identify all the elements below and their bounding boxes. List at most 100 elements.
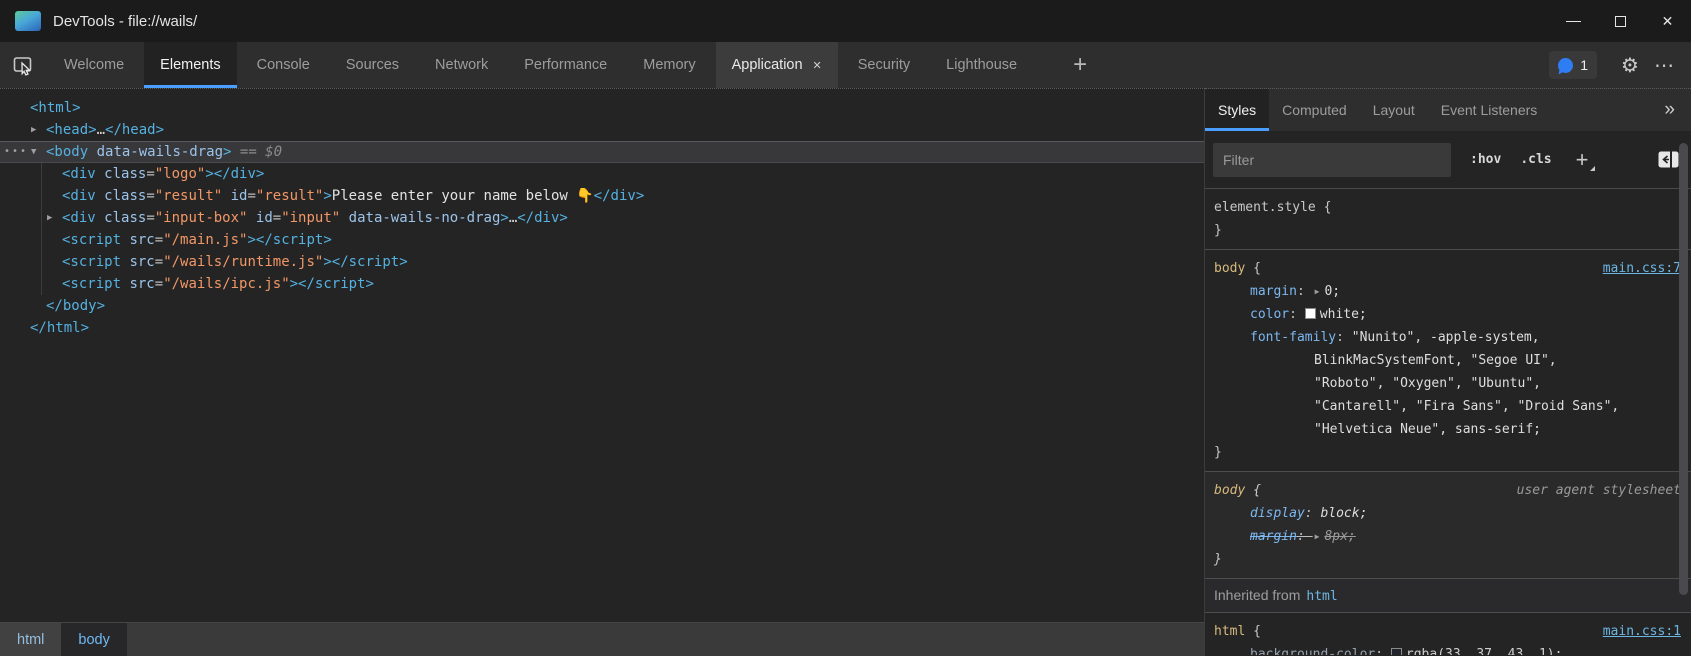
tab-sources[interactable]: Sources bbox=[330, 42, 415, 88]
new-style-rule-button[interactable]: + bbox=[1576, 147, 1595, 173]
titlebar[interactable]: DevTools - file://wails/ ✕ bbox=[0, 0, 1691, 42]
property-value-wrap: "Cantarell", "Fira Sans", "Droid Sans", bbox=[1250, 395, 1681, 418]
scrollbar-thumb[interactable] bbox=[1679, 143, 1688, 595]
property-name: margin bbox=[1250, 284, 1297, 299]
styles-scrollbar[interactable] bbox=[1677, 133, 1691, 656]
code-token: "logo" bbox=[155, 166, 206, 182]
close-button[interactable]: ✕ bbox=[1644, 0, 1691, 42]
expander-collapsed-icon[interactable]: ▶ bbox=[47, 207, 52, 229]
code-token: class bbox=[104, 166, 146, 182]
selector-text: body bbox=[1214, 261, 1245, 276]
css-property[interactable]: margin: ▶0; bbox=[1214, 280, 1681, 303]
property-name: font-family bbox=[1250, 330, 1336, 345]
dom-tree-row[interactable]: <html> bbox=[0, 97, 1204, 119]
inherited-from-node-link[interactable]: html bbox=[1306, 589, 1337, 604]
tab-welcome[interactable]: Welcome bbox=[48, 42, 140, 88]
tab-layout[interactable]: Layout bbox=[1360, 89, 1428, 131]
property-value: white; bbox=[1320, 307, 1367, 322]
tab-computed[interactable]: Computed bbox=[1269, 89, 1360, 131]
css-selector[interactable]: html { bbox=[1214, 620, 1261, 643]
css-property[interactable]: background-color: rgba(33, 37, 43, 1); bbox=[1214, 643, 1681, 655]
breadcrumb-item-html[interactable]: html bbox=[0, 623, 61, 656]
tab-security[interactable]: Security bbox=[842, 42, 926, 88]
css-property[interactable]: font-family: "Nunito", -apple-system,Bli… bbox=[1214, 326, 1681, 441]
add-tab-button[interactable]: + bbox=[1059, 42, 1101, 88]
dropdown-corner-icon bbox=[1590, 166, 1595, 171]
css-selector[interactable]: body { bbox=[1214, 479, 1261, 502]
stylesheet-link[interactable]: main.css:1 bbox=[1603, 620, 1681, 643]
css-selector[interactable]: body { bbox=[1214, 257, 1261, 280]
property-value: 0; bbox=[1324, 284, 1340, 299]
stylesheet-link[interactable]: main.css:7 bbox=[1603, 257, 1681, 280]
dom-tree-row[interactable]: •••▼<body data-wails-drag> == $0 bbox=[0, 141, 1204, 163]
more-options-button[interactable]: ⋯ bbox=[1647, 48, 1681, 82]
breadcrumb-item-body[interactable]: body bbox=[61, 623, 126, 656]
toggle-class-button[interactable]: .cls bbox=[1520, 152, 1551, 167]
color-swatch[interactable] bbox=[1391, 648, 1402, 655]
css-selector[interactable]: element.style { bbox=[1214, 196, 1331, 219]
tab-styles[interactable]: Styles bbox=[1205, 89, 1269, 131]
color-swatch[interactable] bbox=[1305, 308, 1316, 319]
gear-icon: ⚙ bbox=[1621, 53, 1639, 77]
dom-tree-row[interactable]: <script src="/wails/runtime.js"></script… bbox=[0, 251, 1204, 273]
main-tabs: WelcomeElementsConsoleSourcesNetworkPerf… bbox=[46, 42, 1035, 88]
styles-toolbar: :hov .cls + bbox=[1205, 131, 1691, 189]
tab-label: Memory bbox=[643, 57, 695, 73]
node-menu-dots-icon[interactable]: ••• bbox=[4, 141, 28, 163]
css-property[interactable]: color: white; bbox=[1214, 303, 1681, 326]
dom-tree-row[interactable]: <div class="logo"></div> bbox=[0, 163, 1204, 185]
css-property[interactable]: margin: ▶8px; bbox=[1214, 525, 1681, 548]
dom-tree-row[interactable]: <div class="result" id="result">Please e… bbox=[0, 185, 1204, 207]
code-token: "/main.js" bbox=[163, 232, 247, 248]
property-value: rgba(33, 37, 43, 1); bbox=[1406, 647, 1563, 655]
toggle-element-state-button[interactable]: :hov bbox=[1470, 152, 1501, 167]
tab-memory[interactable]: Memory bbox=[627, 42, 711, 88]
settings-button[interactable]: ⚙ bbox=[1613, 48, 1647, 82]
devtools-window: DevTools - file://wails/ ✕ WelcomeElemen… bbox=[0, 0, 1691, 656]
property-value-wrap: "Roboto", "Oxygen", "Ubuntu", bbox=[1250, 372, 1681, 395]
dom-tree-row[interactable]: ▶<div class="input-box" id="input" data-… bbox=[0, 207, 1204, 229]
tab-event-listeners[interactable]: Event Listeners bbox=[1428, 89, 1551, 131]
property-colon: : bbox=[1336, 330, 1352, 345]
open-brace: { bbox=[1245, 483, 1261, 498]
toggle-sidebar-button[interactable] bbox=[1658, 151, 1679, 168]
code-token: src bbox=[129, 276, 154, 292]
plus-icon: + bbox=[1576, 147, 1589, 172]
tab-elements[interactable]: Elements bbox=[144, 42, 236, 88]
expander-expanded-icon[interactable]: ▼ bbox=[31, 141, 36, 163]
inherited-from-header: Inherited fromhtml bbox=[1205, 578, 1691, 612]
inspect-element-button[interactable] bbox=[0, 42, 46, 88]
code-token: id bbox=[231, 188, 248, 204]
more-tabs-button[interactable]: » bbox=[1664, 89, 1675, 131]
tab-lighthouse[interactable]: Lighthouse bbox=[930, 42, 1033, 88]
close-tab-icon[interactable]: ✕ bbox=[813, 59, 822, 72]
filter-input[interactable] bbox=[1213, 143, 1451, 177]
tab-application[interactable]: Application✕ bbox=[716, 42, 838, 88]
maximize-button[interactable] bbox=[1597, 0, 1644, 42]
code-token: Please enter your name below bbox=[332, 188, 576, 204]
minimize-button[interactable] bbox=[1550, 0, 1597, 42]
property-value-wrap: BlinkMacSystemFont, "Segoe UI", bbox=[1250, 349, 1681, 372]
property-value-wrap: "Helvetica Neue", sans-serif; bbox=[1250, 418, 1681, 441]
open-brace: { bbox=[1316, 200, 1332, 215]
css-rule: html { main.css:1background-color: rgba(3… bbox=[1205, 612, 1691, 655]
issues-badge[interactable]: 1 bbox=[1549, 51, 1597, 79]
expand-value-icon[interactable]: ▶ bbox=[1315, 287, 1320, 296]
dom-tree-row[interactable]: ▶<head>…</head> bbox=[0, 119, 1204, 141]
tab-network[interactable]: Network bbox=[419, 42, 504, 88]
open-brace: { bbox=[1245, 261, 1261, 276]
dom-tree-row[interactable]: </body> bbox=[0, 295, 1204, 317]
code-token: = bbox=[155, 276, 163, 292]
expand-value-icon[interactable]: ▶ bbox=[1315, 532, 1320, 541]
tab-console[interactable]: Console bbox=[241, 42, 326, 88]
dom-tree: <html>▶<head>…</head>•••▼<body data-wail… bbox=[0, 89, 1204, 623]
tab-performance[interactable]: Performance bbox=[508, 42, 623, 88]
dom-tree-row[interactable]: </html> bbox=[0, 317, 1204, 339]
dom-tree-row[interactable]: <script src="/wails/ipc.js"></script> bbox=[0, 273, 1204, 295]
expander-collapsed-icon[interactable]: ▶ bbox=[31, 119, 36, 141]
property-colon: : bbox=[1297, 529, 1313, 544]
css-property[interactable]: display: block; bbox=[1214, 502, 1681, 525]
code-token bbox=[96, 210, 104, 226]
dom-tree-row[interactable]: <script src="/main.js"></script> bbox=[0, 229, 1204, 251]
tabbar-spacer bbox=[1101, 42, 1549, 88]
